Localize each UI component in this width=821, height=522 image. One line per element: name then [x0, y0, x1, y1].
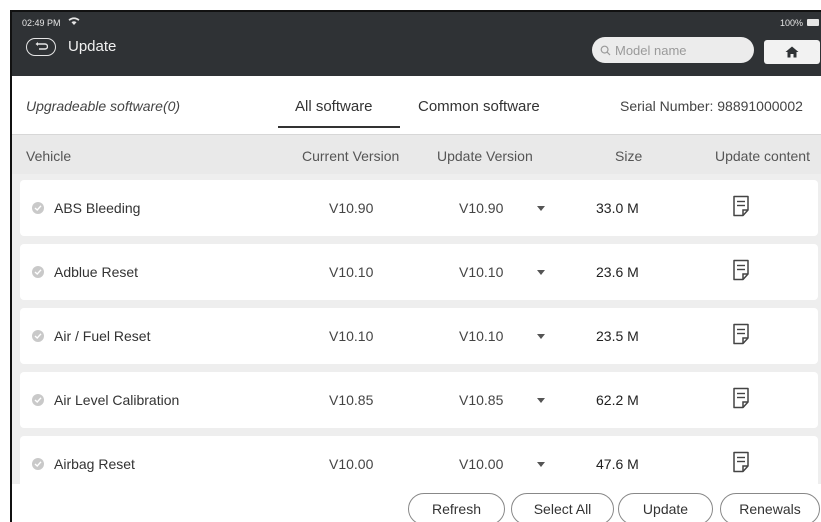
column-header-update-version: Update Version — [437, 148, 533, 164]
software-list: ABS Bleeding V10.90 V10.90 33.0 M Adblue… — [12, 174, 821, 484]
update-button[interactable]: Update — [618, 493, 713, 522]
search-input[interactable]: Model name — [592, 37, 754, 63]
action-bar: Refresh Select All Update Renewals — [12, 484, 821, 522]
home-icon — [785, 46, 799, 58]
tab-common-software[interactable]: Common software — [418, 98, 540, 115]
row-select-checkbox[interactable] — [32, 458, 44, 470]
software-name: Airbag Reset — [54, 456, 135, 472]
document-icon[interactable] — [732, 323, 750, 345]
status-time: 02:49 PM — [22, 18, 61, 28]
upgradeable-software-tab[interactable]: Upgradeable software(0) — [26, 98, 180, 114]
version-dropdown-icon[interactable] — [537, 334, 545, 339]
back-icon — [35, 42, 48, 50]
current-version: V10.85 — [329, 392, 374, 408]
software-name: ABS Bleeding — [54, 200, 141, 216]
battery-icon — [807, 19, 819, 26]
software-size: 62.2 M — [596, 392, 639, 408]
table-header: Vehicle Current Version Update Version S… — [12, 134, 821, 174]
version-dropdown-icon[interactable] — [537, 270, 545, 275]
select-all-button[interactable]: Select All — [511, 493, 614, 522]
software-row[interactable]: Air Level Calibration V10.85 V10.85 62.2… — [20, 372, 818, 428]
column-header-current-version: Current Version — [302, 148, 400, 164]
update-version: V10.10 — [459, 328, 504, 344]
update-version: V10.85 — [459, 392, 504, 408]
back-button[interactable] — [26, 38, 56, 56]
serial-number: Serial Number: 98891000002 — [620, 98, 803, 114]
renewals-button[interactable]: Renewals — [720, 493, 820, 522]
version-dropdown-icon[interactable] — [537, 462, 545, 467]
software-row[interactable]: Air / Fuel Reset V10.10 V10.10 23.5 M — [20, 308, 818, 364]
column-header-vehicle: Vehicle — [26, 148, 72, 164]
column-header-update-content: Update content — [715, 148, 810, 164]
software-name: Adblue Reset — [54, 264, 139, 280]
version-dropdown-icon[interactable] — [537, 398, 545, 403]
tab-all-software[interactable]: All software — [295, 98, 373, 115]
active-tab-indicator — [278, 126, 400, 128]
software-row[interactable]: Adblue Reset V10.10 V10.10 23.6 M — [20, 244, 818, 300]
software-size: 23.5 M — [596, 328, 639, 344]
software-name: Air / Fuel Reset — [54, 328, 151, 344]
document-icon[interactable] — [732, 387, 750, 409]
document-icon[interactable] — [732, 451, 750, 473]
tabs-bar: Upgradeable software(0) All software Com… — [12, 76, 821, 134]
refresh-button[interactable]: Refresh — [408, 493, 505, 522]
software-size: 23.6 M — [596, 264, 639, 280]
row-select-checkbox[interactable] — [32, 330, 44, 342]
software-size: 47.6 M — [596, 456, 639, 472]
row-select-checkbox[interactable] — [32, 202, 44, 214]
battery-level: 100% — [779, 18, 803, 28]
app-frame: 02:49 PM 100% Update Model name Upgradea… — [10, 10, 821, 522]
home-button[interactable] — [764, 40, 820, 64]
document-icon[interactable] — [732, 195, 750, 217]
document-icon[interactable] — [732, 259, 750, 281]
software-name: Air Level Calibration — [54, 392, 180, 408]
software-row[interactable]: ABS Bleeding V10.90 V10.90 33.0 M — [20, 180, 818, 236]
update-version: V10.00 — [459, 456, 504, 472]
current-version: V10.10 — [329, 328, 374, 344]
wifi-icon — [68, 17, 80, 25]
software-size: 33.0 M — [596, 200, 639, 216]
search-icon — [600, 45, 611, 55]
update-version: V10.90 — [459, 200, 504, 216]
current-version: V10.00 — [329, 456, 374, 472]
row-select-checkbox[interactable] — [32, 394, 44, 406]
update-version: V10.10 — [459, 264, 504, 280]
current-version: V10.90 — [329, 200, 374, 216]
column-header-size: Size — [615, 148, 643, 164]
page-title: Update — [68, 38, 117, 55]
current-version: V10.10 — [329, 264, 374, 280]
row-select-checkbox[interactable] — [32, 266, 44, 278]
version-dropdown-icon[interactable] — [537, 206, 545, 211]
search-placeholder: Model name — [615, 42, 687, 58]
software-row[interactable]: Airbag Reset V10.00 V10.00 47.6 M — [20, 436, 818, 484]
header-bar: 02:49 PM 100% Update Model name — [12, 12, 821, 76]
